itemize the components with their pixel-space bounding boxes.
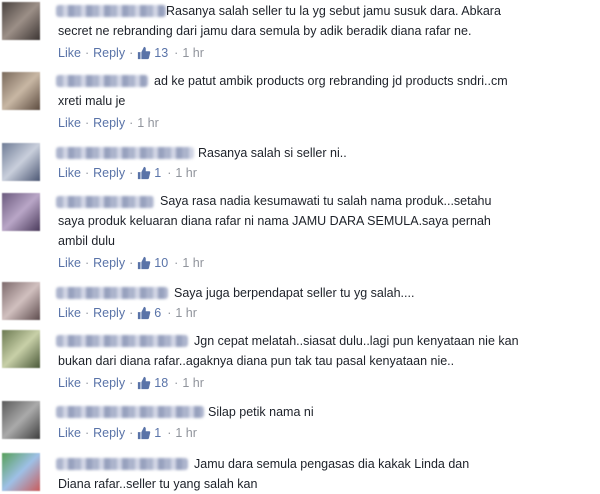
- avatar[interactable]: [2, 282, 40, 320]
- avatar[interactable]: [2, 330, 40, 368]
- like-count[interactable]: 1: [154, 164, 161, 182]
- comment-actions: Like · Reply · 1 hr: [58, 114, 159, 132]
- like-button[interactable]: Like: [58, 164, 81, 182]
- separator: ·: [84, 46, 90, 60]
- comment-actions: Like · Reply · 1 · 1 hr: [58, 424, 197, 442]
- comment-actions: Like · Reply · 10 · 1 hr: [58, 254, 204, 272]
- separator: ·: [84, 306, 90, 320]
- timestamp[interactable]: 1 hr: [175, 424, 197, 442]
- separator: ·: [167, 426, 172, 440]
- like-button[interactable]: Like: [58, 254, 81, 272]
- thumbs-up-icon: [138, 166, 151, 180]
- comment-thread: Rasanya salah seller tu la yg sebut jamu…: [0, 0, 600, 493]
- avatar[interactable]: [2, 401, 40, 439]
- reply-button[interactable]: Reply: [93, 44, 125, 62]
- like-count[interactable]: 18: [154, 374, 168, 392]
- separator: ·: [84, 166, 90, 180]
- like-count[interactable]: 6: [154, 304, 161, 322]
- like-count[interactable]: 1: [154, 424, 161, 442]
- timestamp[interactable]: 1 hr: [175, 304, 197, 322]
- like-button[interactable]: Like: [58, 44, 81, 62]
- timestamp[interactable]: 1 hr: [182, 44, 204, 62]
- like-button[interactable]: Like: [58, 304, 81, 322]
- avatar[interactable]: [2, 143, 40, 181]
- separator: ·: [129, 306, 134, 320]
- comment-actions: Like · Reply · 1 · 1 hr: [58, 164, 197, 182]
- separator: ·: [174, 256, 179, 270]
- separator: ·: [129, 46, 134, 60]
- thumbs-up-icon: [138, 46, 151, 60]
- avatar[interactable]: [2, 193, 40, 231]
- thumbs-up-icon: [138, 256, 151, 270]
- comment-text: Saya juga berpendapat seller tu yg salah…: [174, 286, 415, 300]
- comment-text: Jamu dara semula pengasas dia kakak Lind…: [58, 457, 470, 491]
- separator: ·: [129, 166, 134, 180]
- avatar[interactable]: [2, 453, 40, 491]
- comment-text: Silap petik nama ni: [208, 405, 314, 419]
- separator: ·: [129, 256, 134, 270]
- separator: ·: [167, 306, 172, 320]
- thumbs-up-icon: [138, 306, 151, 320]
- like-count[interactable]: 10: [154, 254, 168, 272]
- separator: ·: [84, 426, 90, 440]
- separator: ·: [129, 116, 134, 130]
- timestamp[interactable]: 1 hr: [182, 254, 204, 272]
- reply-button[interactable]: Reply: [93, 374, 125, 392]
- comment-text: ad ke patut ambik products org rebrandin…: [58, 74, 508, 108]
- comment-actions: Like · Reply · 18 · 1 hr: [58, 374, 204, 392]
- thumbs-up-icon: [138, 376, 151, 390]
- comment-actions: Like · Reply · 13 · 1 hr: [58, 44, 204, 62]
- like-button[interactable]: Like: [58, 114, 81, 132]
- reply-button[interactable]: Reply: [93, 254, 125, 272]
- comment-actions: Like · Reply · 6 · 1 hr: [58, 304, 197, 322]
- like-button[interactable]: Like: [58, 424, 81, 442]
- thumbs-up-icon: [138, 426, 151, 440]
- comment-text: Jgn cepat melatah..siasat dulu..lagi pun…: [58, 334, 519, 368]
- timestamp[interactable]: 1 hr: [175, 164, 197, 182]
- avatar[interactable]: [2, 72, 40, 110]
- like-count[interactable]: 13: [154, 44, 168, 62]
- separator: ·: [129, 376, 134, 390]
- comment-text: Saya rasa nadia kesumawati tu salah nama…: [58, 194, 492, 248]
- timestamp[interactable]: 1 hr: [182, 374, 204, 392]
- separator: ·: [174, 46, 179, 60]
- separator: ·: [167, 166, 172, 180]
- reply-button[interactable]: Reply: [93, 304, 125, 322]
- separator: ·: [84, 376, 90, 390]
- like-button[interactable]: Like: [58, 374, 81, 392]
- reply-button[interactable]: Reply: [93, 114, 125, 132]
- comment-text: Rasanya salah si seller ni..: [198, 146, 347, 160]
- separator: ·: [129, 426, 134, 440]
- reply-button[interactable]: Reply: [93, 424, 125, 442]
- timestamp[interactable]: 1 hr: [137, 114, 159, 132]
- reply-button[interactable]: Reply: [93, 164, 125, 182]
- separator: ·: [84, 116, 90, 130]
- comment-text: Rasanya salah seller tu la yg sebut jamu…: [58, 4, 501, 38]
- avatar[interactable]: [2, 2, 40, 40]
- separator: ·: [84, 256, 90, 270]
- separator: ·: [174, 376, 179, 390]
